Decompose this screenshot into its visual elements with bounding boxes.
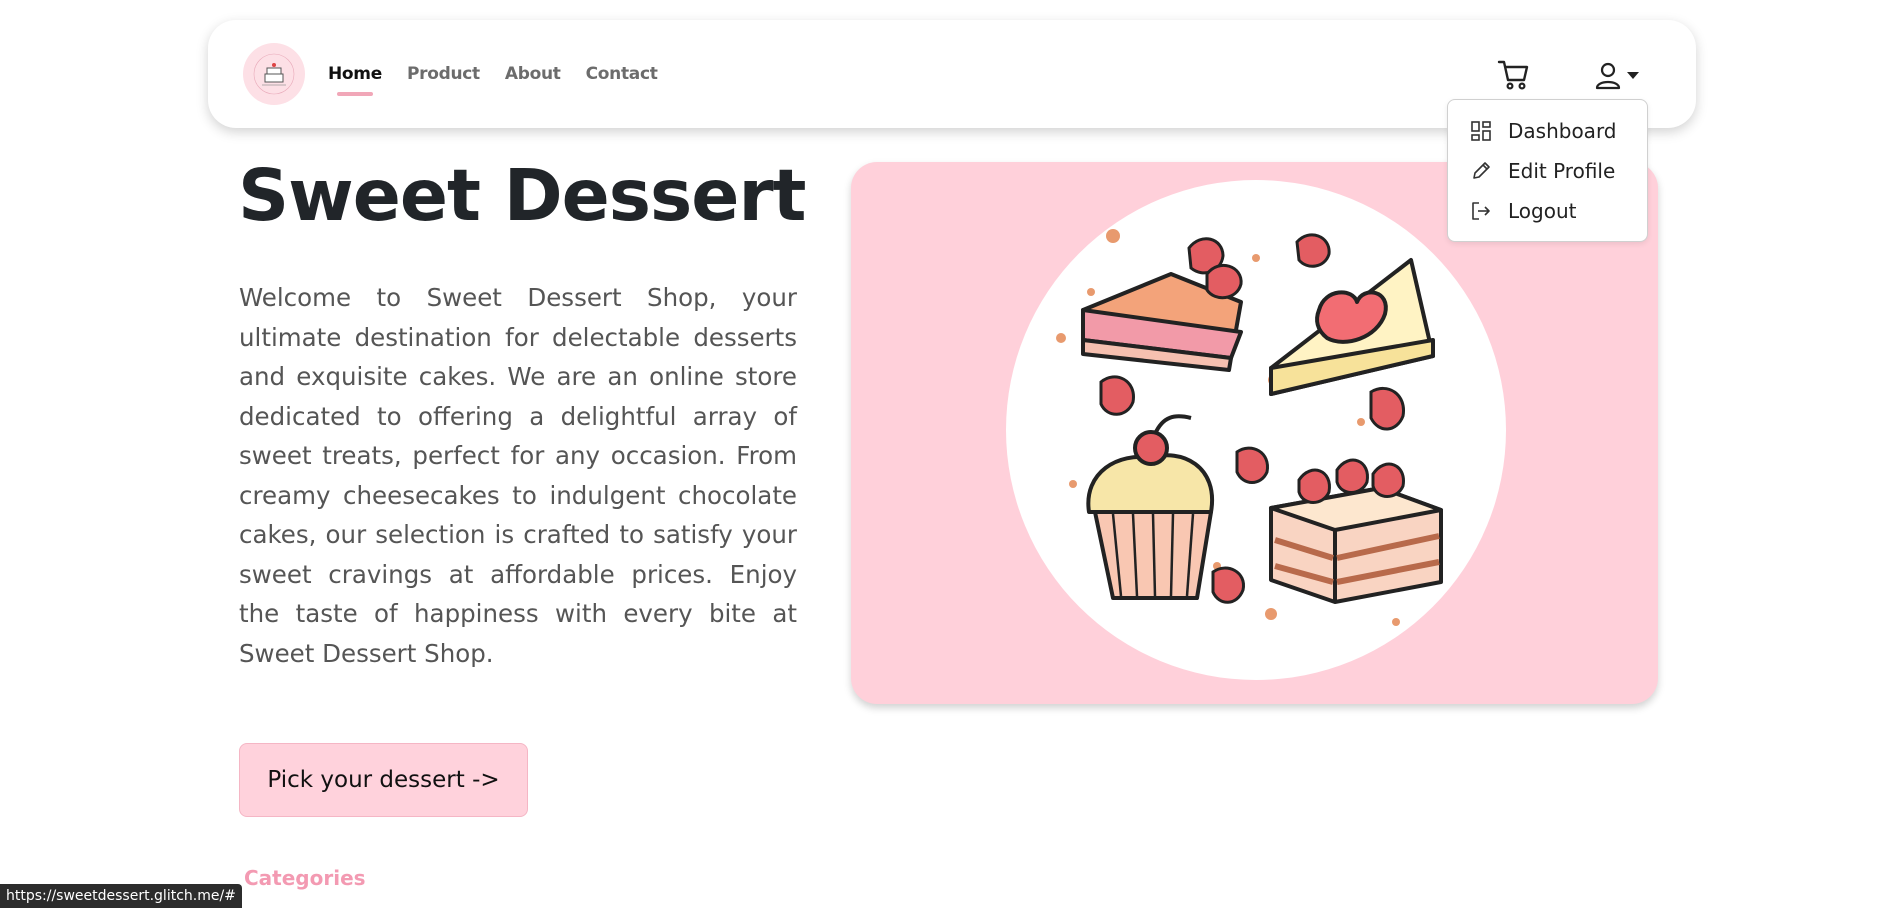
menu-item-edit-profile[interactable]: Edit Profile bbox=[1470, 155, 1615, 187]
menu-item-label: Dashboard bbox=[1508, 119, 1617, 143]
dashboard-icon bbox=[1471, 121, 1491, 141]
user-menu-toggle[interactable] bbox=[1595, 60, 1641, 92]
nav-link-about[interactable]: About bbox=[505, 64, 561, 84]
brand-logo[interactable] bbox=[243, 43, 305, 105]
menu-item-logout[interactable]: Logout bbox=[1470, 195, 1576, 227]
nav-link-contact[interactable]: Contact bbox=[586, 64, 658, 84]
pick-dessert-button[interactable]: Pick your dessert -> bbox=[239, 743, 528, 817]
pencil-icon bbox=[1473, 162, 1490, 179]
user-icon bbox=[1595, 62, 1621, 90]
cart-button[interactable] bbox=[1497, 58, 1531, 92]
status-bar-url: https://sweetdessert.glitch.me/# bbox=[0, 884, 242, 908]
desserts-illustration bbox=[1006, 180, 1506, 680]
nav-links: Home Product About Contact bbox=[328, 20, 683, 128]
hero-description: Welcome to Sweet Dessert Shop, your ulti… bbox=[239, 283, 797, 668]
nav-link-home[interactable]: Home bbox=[328, 64, 382, 96]
cake-logo-icon bbox=[253, 53, 295, 95]
logout-icon bbox=[1472, 202, 1490, 220]
nav-link-product[interactable]: Product bbox=[407, 64, 480, 84]
user-dropdown-menu: Dashboard Edit Profile Logout bbox=[1447, 99, 1648, 242]
hero-illustration bbox=[851, 162, 1658, 704]
menu-item-label: Edit Profile bbox=[1508, 159, 1616, 183]
cart-icon bbox=[1497, 60, 1529, 90]
chevron-down-icon bbox=[1627, 71, 1639, 79]
hero-title: Sweet Dessert bbox=[238, 154, 806, 237]
menu-item-dashboard[interactable]: Dashboard bbox=[1470, 115, 1617, 147]
categories-heading: Categories bbox=[244, 866, 366, 890]
menu-item-label: Logout bbox=[1508, 199, 1577, 223]
